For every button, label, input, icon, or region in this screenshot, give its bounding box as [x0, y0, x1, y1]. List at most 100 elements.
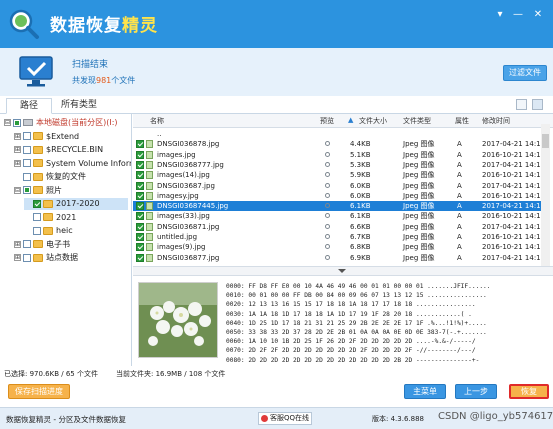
tree-expander-icon[interactable]: ⊞ [14, 254, 21, 261]
tree-node-label: heic [56, 226, 73, 235]
jpeg-file-icon [146, 233, 153, 241]
tree-checkbox[interactable] [23, 159, 31, 167]
preview-magnifier-icon[interactable] [325, 161, 330, 167]
file-row[interactable]: DNSGI036878.jpg 4.4KB Jpeg 图像 A 2017-04-21 1… [133, 139, 543, 149]
tree-node[interactable]: ⊞ 电子书 [14, 239, 70, 251]
file-row[interactable]: DNSGI036877.jpg 6.9KB Jpeg 图像 A 2017-04-21 1… [133, 253, 543, 263]
folder-tree: ⊟ 本地磁盘(当前分区)(I:) ⊞ $Extend ⊞ $RECYCLE.BIN ⊞ Sys… [0, 114, 132, 366]
col-name[interactable]: 名称 [150, 116, 164, 126]
tree-expander-icon[interactable]: ⊞ [14, 132, 21, 140]
file-name: images(14).jpg [157, 171, 210, 180]
file-checkbox[interactable] [136, 233, 144, 241]
file-checkbox[interactable] [136, 171, 144, 180]
scan-status-bar: 扫描结束 共发现981个文件 [0, 48, 553, 96]
col-modified[interactable]: 修改时间 [482, 116, 510, 126]
file-row[interactable]: .. [133, 129, 543, 139]
tree-node[interactable]: heic [24, 225, 73, 237]
tree-checkbox[interactable] [23, 240, 31, 248]
tree-checkbox[interactable] [13, 118, 21, 127]
file-checkbox[interactable] [136, 150, 144, 159]
file-checkbox[interactable] [136, 253, 144, 262]
file-row[interactable]: DNSGI03687.jpg 6.0KB Jpeg 图像 A 2017-04-21 14… [133, 181, 543, 191]
file-row[interactable]: images.jpg 5.1KB Jpeg 图像 A 2016-10-21 14:1 [133, 150, 543, 160]
tree-expander-icon[interactable]: ⊞ [14, 240, 21, 248]
save-scan-progress-button[interactable]: 保存扫描进度 [8, 384, 70, 399]
preview-magnifier-icon[interactable] [325, 254, 330, 260]
close-button[interactable]: ✕ [530, 8, 546, 22]
col-type[interactable]: 文件类型 [403, 116, 431, 126]
file-checkbox[interactable] [136, 243, 144, 252]
scan-found-count: 共发现981个文件 [72, 75, 135, 86]
file-type: Jpeg 图像 [403, 191, 435, 200]
tree-node[interactable]: ⊟ 照片 [14, 185, 62, 197]
tree-node[interactable]: ⊞ 站点数据 [14, 252, 78, 264]
tree-checkbox[interactable] [23, 172, 31, 181]
main-menu-button[interactable]: 主菜单 [404, 384, 446, 399]
col-size[interactable]: 文件大小 [359, 116, 387, 126]
tree-expander-icon[interactable]: ⊟ [14, 186, 21, 194]
tree-node[interactable]: ⊞ $Extend [14, 131, 79, 143]
file-checkbox[interactable] [136, 212, 144, 221]
file-row[interactable]: DNSGI03687445.jpg 6.1KB Jpeg 图像 A 2017-04-21… [133, 201, 543, 212]
tree-expander-icon[interactable]: ⊞ [14, 159, 21, 167]
file-list-scrollbar[interactable] [541, 124, 550, 266]
tab-all-types[interactable]: 所有类型 [54, 98, 104, 114]
file-row[interactable]: images(9).jpg 6.8KB Jpeg 图像 A 2016-10-21 14:… [133, 242, 543, 252]
preview-magnifier-icon[interactable] [325, 234, 330, 239]
preview-magnifier-icon[interactable] [325, 203, 330, 209]
preview-magnifier-icon[interactable] [325, 244, 330, 250]
preview-magnifier-icon[interactable] [325, 182, 330, 188]
tree-checkbox[interactable] [33, 213, 41, 221]
scrollbar-thumb[interactable] [542, 134, 549, 148]
file-checkbox[interactable] [136, 191, 144, 200]
preview-magnifier-icon[interactable] [325, 192, 330, 198]
file-row[interactable]: DNSGI0368777.jpg 5.3KB Jpeg 图像 A 2017-04-21 … [133, 160, 543, 170]
file-checkbox[interactable] [136, 140, 144, 149]
preview-magnifier-icon[interactable] [325, 151, 330, 157]
filter-files-button[interactable]: 过滤文件 [503, 65, 547, 81]
preview-magnifier-icon[interactable] [325, 223, 330, 229]
preview-magnifier-icon[interactable] [325, 172, 330, 178]
tree-node-label: 站点数据 [46, 253, 78, 262]
preview-magnifier-icon[interactable] [325, 213, 330, 219]
file-row[interactable]: imagesy.jpg 6.0KB Jpeg 图像 A 2016-10-21 14:1 [133, 191, 543, 201]
preview-magnifier-icon[interactable] [325, 141, 330, 147]
settings-dropdown-icon[interactable]: ▾ [492, 8, 508, 22]
tree-node[interactable]: ⊞ $RECYCLE.BIN [14, 144, 103, 156]
tab-path[interactable]: 路径 [6, 98, 52, 114]
file-checkbox[interactable] [136, 160, 144, 169]
tree-checkbox[interactable] [33, 226, 41, 235]
tree-checkbox[interactable] [23, 186, 31, 194]
hex-line: 0060: 1A 10 10 1B 2D 25 1F 26 2D 2F 2D 2… [226, 338, 476, 346]
collapse-arrow-icon[interactable] [338, 269, 346, 273]
tree-node[interactable]: 恢复的文件 [14, 171, 86, 183]
minimize-button[interactable]: — [510, 8, 526, 22]
hex-line: 0050: 33 38 33 2D 37 28 2D 2E 2B 01 0A 0… [226, 329, 487, 337]
file-checkbox[interactable] [136, 202, 144, 211]
file-row[interactable]: images(14).jpg 5.9KB Jpeg 图像 A 2016-10-21 14… [133, 170, 543, 180]
tree-checkbox[interactable] [23, 145, 31, 154]
grid-view-icon[interactable] [516, 99, 527, 110]
list-view-icon[interactable] [532, 99, 543, 110]
file-checkbox[interactable] [136, 181, 144, 190]
tree-node[interactable]: ⊟ 本地磁盘(当前分区)(I:) [4, 117, 118, 129]
pane-splitter[interactable] [133, 266, 553, 276]
tree-expander-icon[interactable]: ⊞ [14, 146, 21, 153]
tree-checkbox[interactable] [23, 253, 31, 262]
tree-checkbox[interactable] [33, 199, 41, 208]
tree-expander-icon[interactable]: ⊟ [4, 119, 11, 126]
file-row[interactable]: images(33).jpg 6.1KB Jpeg 图像 A 2016-10-21 14… [133, 211, 543, 221]
col-attr[interactable]: 属性 [455, 116, 469, 126]
previous-step-button[interactable]: 上一步 [455, 384, 497, 399]
folder-icon [43, 213, 53, 221]
file-checkbox[interactable] [136, 222, 144, 231]
tree-node[interactable]: 2017-2020 [24, 198, 128, 210]
tree-node[interactable]: ⊞ System Volume Inform [14, 158, 131, 170]
recover-button[interactable]: 恢复 [509, 384, 549, 399]
file-row[interactable]: untitled.jpg 6.7KB Jpeg 图像 A 2016-10-21 14:1 [133, 232, 543, 242]
tree-checkbox[interactable] [23, 132, 31, 140]
tree-node[interactable]: 2021 [24, 212, 76, 224]
qq-support-button[interactable]: 客服QQ在线 [258, 412, 312, 425]
col-preview[interactable]: 预览 [320, 116, 334, 126]
file-row[interactable]: DNSGI036871.jpg 6.6KB Jpeg 图像 A 2017-04-21 1… [133, 222, 543, 232]
